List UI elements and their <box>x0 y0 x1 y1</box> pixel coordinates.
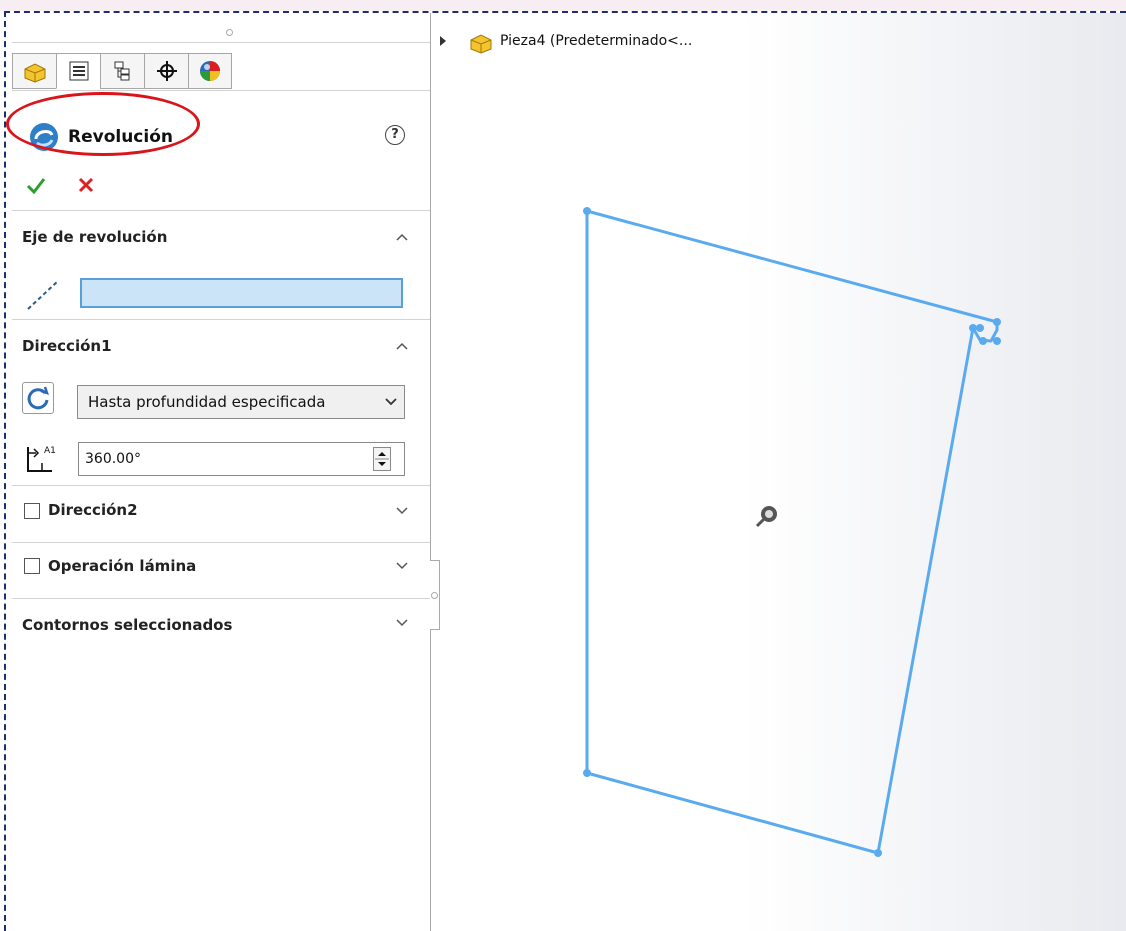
divider <box>12 319 430 320</box>
chevron-up-icon[interactable] <box>394 231 410 243</box>
divider <box>12 210 430 211</box>
property-manager-tab[interactable] <box>56 53 100 89</box>
chevron-down-icon <box>385 398 397 406</box>
part-name-label: Pieza4 (Predeterminado<... <box>500 33 693 49</box>
axis-selection-field[interactable] <box>80 278 403 308</box>
divider <box>12 598 430 599</box>
part-icon <box>24 63 45 83</box>
sketch-point <box>874 849 882 857</box>
divider <box>12 485 430 486</box>
origin-icon <box>755 506 777 528</box>
sketch-point <box>993 318 1001 326</box>
section-selected-contours-title[interactable]: Contornos seleccionados <box>22 616 232 634</box>
sketch-point <box>979 337 987 345</box>
chevron-down-icon[interactable] <box>394 504 410 516</box>
sketch-point <box>993 337 1001 345</box>
help-icon[interactable]: ? <box>385 125 405 145</box>
sketch-point <box>583 769 591 777</box>
thin-feature-checkbox[interactable] <box>24 558 40 574</box>
reverse-direction-button[interactable] <box>22 382 54 414</box>
svg-text:A1: A1 <box>44 446 56 456</box>
configuration-manager-tab[interactable] <box>100 53 144 89</box>
end-condition-select[interactable]: Hasta profundidad especificada <box>77 385 405 419</box>
part-icon <box>470 34 492 54</box>
reverse-direction-icon <box>27 386 49 410</box>
divider <box>12 542 430 543</box>
feature-manager-tab[interactable] <box>12 53 56 89</box>
spinner-arrows-icon <box>375 452 389 466</box>
selection-frame-top <box>4 11 1126 13</box>
angle-input[interactable]: 360.00° <box>78 442 405 476</box>
sketch-profile[interactable] <box>583 207 1001 857</box>
angle-value: 360.00° <box>85 451 141 467</box>
expand-arrow-icon[interactable] <box>440 36 446 46</box>
section-direction1-title[interactable]: Dirección1 <box>22 337 112 355</box>
chevron-up-icon[interactable] <box>394 340 410 352</box>
sketch-profile-outline <box>585 209 999 855</box>
highlight-annotation <box>6 92 200 156</box>
section-axis-title[interactable]: Eje de revolución <box>22 228 167 246</box>
display-manager-tab[interactable] <box>188 53 232 89</box>
cancel-button[interactable] <box>74 173 98 197</box>
end-condition-value: Hasta profundidad especificada <box>88 393 326 411</box>
panel-collapse-handle[interactable] <box>430 560 440 630</box>
divider <box>12 90 430 91</box>
direction2-checkbox[interactable] <box>24 503 40 519</box>
panel-grip-icon[interactable] <box>226 29 233 36</box>
handle-dot-icon <box>431 592 438 599</box>
sketch-point <box>583 207 591 215</box>
divider <box>12 42 430 43</box>
sketch-point <box>969 324 977 332</box>
configuration-icon <box>114 61 129 81</box>
crosshair-icon <box>156 61 177 81</box>
section-thin-feature-title[interactable]: Operación lámina <box>48 557 196 575</box>
chevron-down-icon[interactable] <box>394 559 410 571</box>
dimxpert-manager-tab[interactable] <box>144 53 188 89</box>
chevron-down-icon[interactable] <box>394 616 410 628</box>
angle-icon: A1 <box>27 446 56 472</box>
sketch-point <box>976 324 984 332</box>
ok-button[interactable] <box>24 173 48 197</box>
selection-frame-left <box>4 11 6 931</box>
appearance-ball-icon <box>200 61 220 81</box>
angle-spinner[interactable] <box>373 447 391 471</box>
section-direction2-title[interactable]: Dirección2 <box>48 501 138 519</box>
property-list-icon <box>69 61 88 81</box>
axis-line-icon <box>27 280 59 310</box>
manager-tabs <box>12 53 232 91</box>
